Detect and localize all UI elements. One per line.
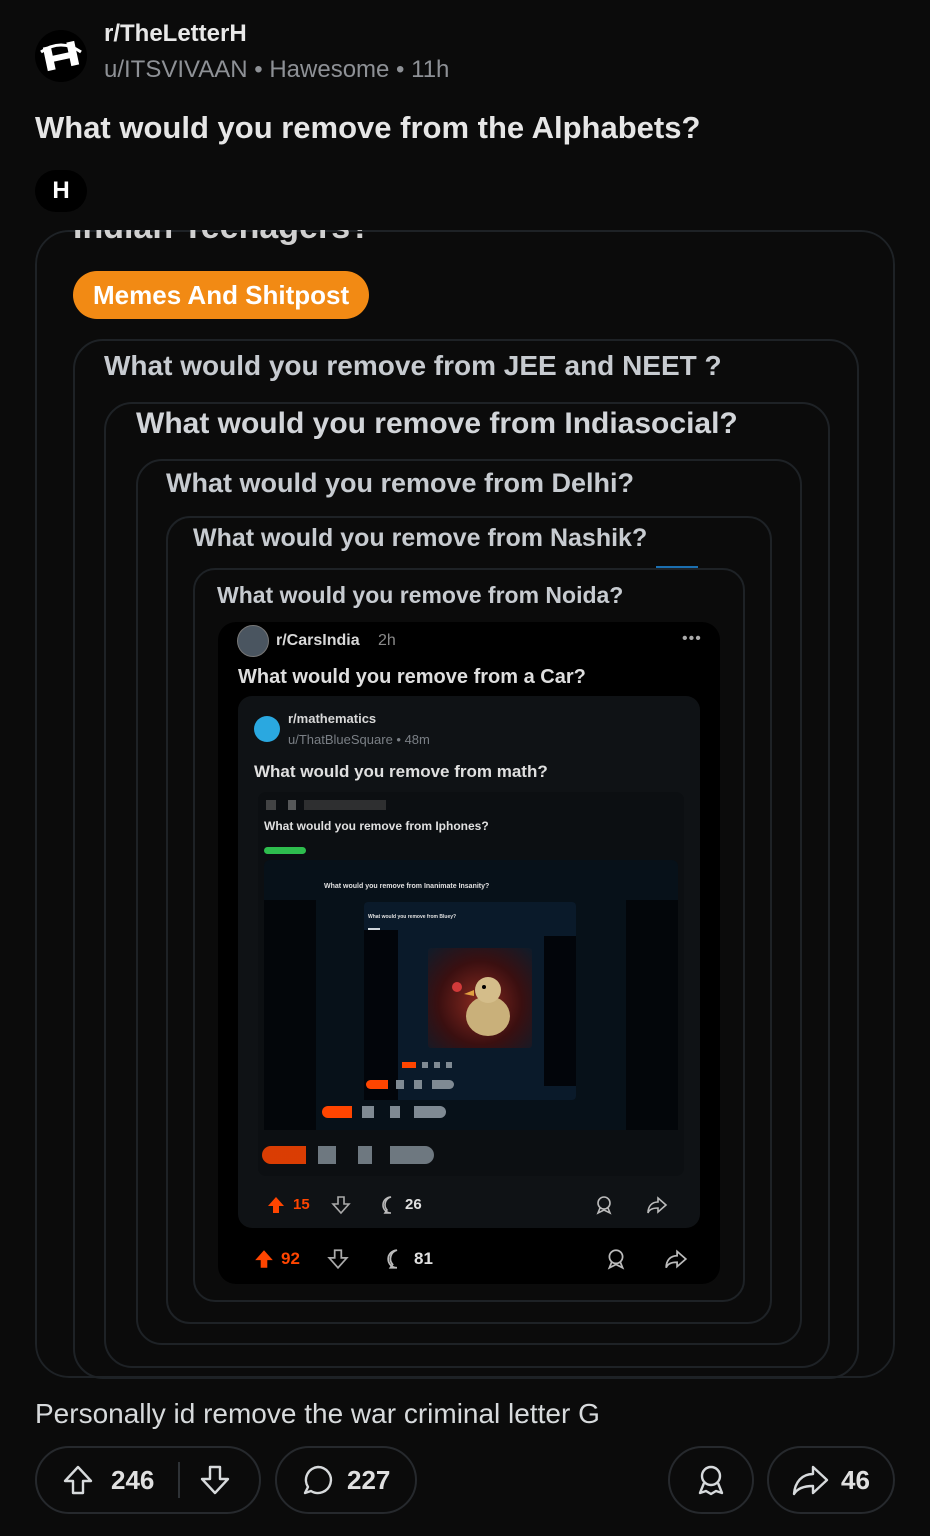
- inanimate-title: What would you remove from Inanimate Ins…: [324, 883, 490, 890]
- math-downvote-icon: [331, 1196, 351, 1215]
- share-icon: [792, 1465, 829, 1496]
- nested-title-noida: What would you remove from Noida?: [217, 582, 624, 608]
- subreddit-name[interactable]: r/TheLetterH: [104, 20, 247, 48]
- dark-panel-right: [544, 936, 576, 1086]
- tiny-action-row-4: [402, 1062, 452, 1068]
- cars-subreddit: r/CarsIndia: [276, 632, 360, 649]
- letter-h-logo-icon: [36, 31, 86, 81]
- math-vote-count: 15: [293, 1196, 310, 1213]
- cars-downvote-icon: [327, 1249, 349, 1270]
- nested-title-jee: What would you remove from JEE and NEET …: [104, 350, 722, 381]
- cars-upvote-icon: [255, 1250, 273, 1268]
- post-meta: u/ITSVIVAAN • Hawesome • 11h: [104, 56, 450, 83]
- duck-image-icon: [452, 977, 510, 1036]
- tiny-action-row-2: [322, 1106, 446, 1118]
- cars-avatar-icon: [237, 625, 269, 657]
- math-upvote-icon: [268, 1197, 284, 1213]
- more-options-icon: •••: [682, 630, 702, 647]
- math-subreddit: r/mathematics: [288, 711, 377, 726]
- vote-count: 246: [111, 1464, 155, 1495]
- bluey-title: What would you remove from Bluey?: [368, 914, 457, 920]
- cars-award-icon: [607, 1249, 625, 1270]
- upvote-icon[interactable]: [61, 1463, 95, 1497]
- math-award-icon: [596, 1196, 612, 1215]
- award-button[interactable]: [668, 1446, 754, 1514]
- vote-pill: 246: [35, 1446, 261, 1514]
- math-avatar-icon: [254, 716, 280, 742]
- tiny-action-row-3: [366, 1080, 454, 1089]
- flair-memes: Memes And Shitpost: [73, 271, 370, 319]
- math-title: What would you remove from math?: [254, 762, 548, 781]
- nested-title-delhi: What would you remove from Delhi?: [166, 468, 635, 498]
- comment-icon: [303, 1465, 333, 1495]
- post-body: Personally id remove the war criminal le…: [35, 1398, 600, 1429]
- post-title: What would you remove from the Alphabets…: [35, 110, 701, 145]
- cars-time: 2h: [378, 632, 396, 649]
- dark-panel-left: [364, 930, 398, 1100]
- green-flair: [264, 847, 306, 854]
- subreddit-avatar[interactable]: [35, 30, 87, 82]
- cut-off-title: Indian Teenagers?: [73, 230, 371, 247]
- downvote-icon[interactable]: [198, 1463, 232, 1497]
- nested-title-indiasocial: What would you remove from Indiasocial?: [136, 407, 738, 440]
- math-share-icon: [647, 1196, 668, 1214]
- comment-count: 227: [347, 1464, 391, 1495]
- cars-share-icon: [665, 1249, 688, 1269]
- math-meta: u/ThatBlueSquare • 48m: [288, 732, 430, 747]
- comments-button[interactable]: 227: [275, 1446, 417, 1514]
- math-comment-count: 26: [405, 1196, 422, 1213]
- tiny-action-row-1: [262, 1146, 434, 1164]
- award-icon: [698, 1465, 724, 1496]
- share-button[interactable]: 46: [767, 1446, 895, 1514]
- math-comment-icon: [382, 1196, 392, 1214]
- side-panel-left: [264, 900, 316, 1130]
- iphone-header-dots: [266, 800, 386, 810]
- share-count: 46: [841, 1464, 870, 1495]
- cars-vote-count: 92: [281, 1249, 300, 1268]
- post-flair[interactable]: H: [35, 170, 87, 212]
- side-panel-right: [626, 900, 678, 1130]
- iphone-title: What would you remove from Iphones?: [264, 819, 489, 833]
- cars-title: What would you remove from a Car?: [238, 666, 586, 688]
- nested-title-nashik: What would you remove from Nashik?: [193, 524, 648, 552]
- vote-divider: [178, 1462, 181, 1498]
- cars-comment-icon: [387, 1249, 398, 1269]
- cars-comment-count: 81: [414, 1249, 433, 1268]
